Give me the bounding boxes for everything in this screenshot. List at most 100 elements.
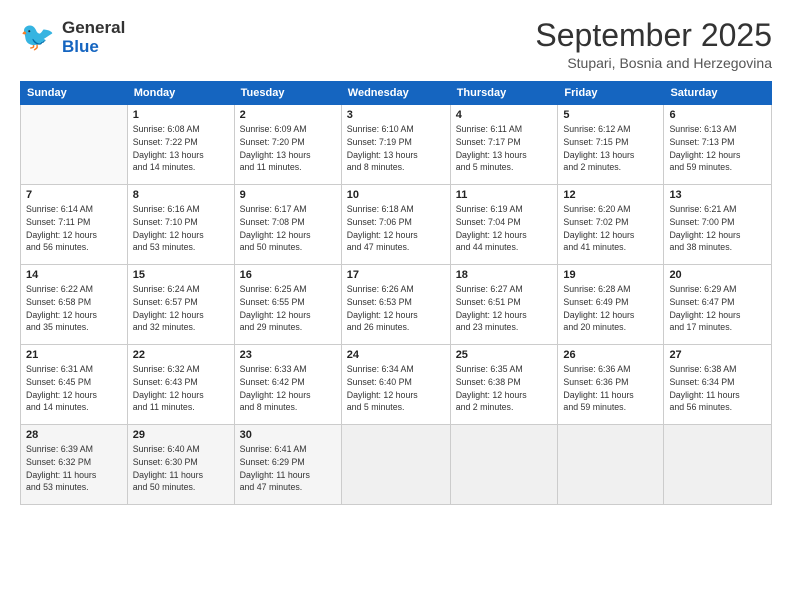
day-info: Sunrise: 6:19 AM Sunset: 7:04 PM Dayligh… — [456, 203, 553, 254]
calendar-week-row: 28Sunrise: 6:39 AM Sunset: 6:32 PM Dayli… — [21, 425, 772, 505]
day-number: 21 — [26, 349, 122, 361]
calendar-cell: 19 Sunrise: 6:28 AM Sunset: 6:49 PM Dayli… — [558, 265, 664, 345]
day-info: Sunrise: 6:08 AM Sunset: 7:22 PM Dayligh… — [133, 123, 229, 174]
calendar-cell — [664, 425, 772, 505]
day-info: Sunrise: 6:38 AM Sunset: 6:34 PM Dayligh… — [669, 363, 766, 414]
calendar-week-row: 7 Sunrise: 6:14 AM Sunset: 7:11 PM Daylig… — [21, 185, 772, 265]
calendar-cell: 13Sunrise: 6:21 AM Sunset: 7:00 PM Dayli… — [664, 185, 772, 265]
calendar-header-tuesday: Tuesday — [234, 82, 341, 105]
day-info: Sunrise: 6:11 AM Sunset: 7:17 PM Dayligh… — [456, 123, 553, 174]
calendar-cell: 6Sunrise: 6:13 AM Sunset: 7:13 PM Daylig… — [664, 105, 772, 185]
day-info: Sunrise: 6:35 AM Sunset: 6:38 PM Dayligh… — [456, 363, 553, 414]
page: 🐦 General Blue September 2025 Stupari, B… — [0, 0, 792, 612]
calendar-cell: 12 Sunrise: 6:20 AM Sunset: 7:02 PM Dayli… — [558, 185, 664, 265]
calendar-cell: 25 Sunrise: 6:35 AM Sunset: 6:38 PM Dayli… — [450, 345, 558, 425]
calendar-cell: 20Sunrise: 6:29 AM Sunset: 6:47 PM Dayli… — [664, 265, 772, 345]
calendar-cell — [450, 425, 558, 505]
day-info: Sunrise: 6:26 AM Sunset: 6:53 PM Dayligh… — [347, 283, 445, 334]
day-info: Sunrise: 6:24 AM Sunset: 6:57 PM Dayligh… — [133, 283, 229, 334]
day-info: Sunrise: 6:29 AM Sunset: 6:47 PM Dayligh… — [669, 283, 766, 334]
calendar-cell: 18 Sunrise: 6:27 AM Sunset: 6:51 PM Dayli… — [450, 265, 558, 345]
day-number: 18 — [456, 269, 553, 281]
calendar-cell: 2 Sunrise: 6:09 AM Sunset: 7:20 PM Daylig… — [234, 105, 341, 185]
day-number: 27 — [669, 349, 766, 361]
calendar-cell: 1 Sunrise: 6:08 AM Sunset: 7:22 PM Daylig… — [127, 105, 234, 185]
calendar-cell: 14 Sunrise: 6:22 AM Sunset: 6:58 PM Dayli… — [21, 265, 128, 345]
calendar-week-row: 14 Sunrise: 6:22 AM Sunset: 6:58 PM Dayli… — [21, 265, 772, 345]
logo: 🐦 General Blue — [20, 18, 125, 57]
day-info: Sunrise: 6:33 AM Sunset: 6:42 PM Dayligh… — [240, 363, 336, 414]
day-info: Sunrise: 6:25 AM Sunset: 6:55 PM Dayligh… — [240, 283, 336, 334]
day-info: Sunrise: 6:16 AM Sunset: 7:10 PM Dayligh… — [133, 203, 229, 254]
day-info: Sunrise: 6:09 AM Sunset: 7:20 PM Dayligh… — [240, 123, 336, 174]
calendar-cell: 3Sunrise: 6:10 AM Sunset: 7:19 PM Daylig… — [341, 105, 450, 185]
day-number: 19 — [563, 269, 658, 281]
month-title: September 2025 — [535, 18, 772, 53]
day-info: Sunrise: 6:41 AM Sunset: 6:29 PM Dayligh… — [240, 443, 336, 494]
day-number: 5 — [563, 109, 658, 121]
day-info: Sunrise: 6:28 AM Sunset: 6:49 PM Dayligh… — [563, 283, 658, 334]
calendar-cell: 22Sunrise: 6:32 AM Sunset: 6:43 PM Dayli… — [127, 345, 234, 425]
day-info: Sunrise: 6:10 AM Sunset: 7:19 PM Dayligh… — [347, 123, 445, 174]
calendar-cell: 16 Sunrise: 6:25 AM Sunset: 6:55 PM Dayli… — [234, 265, 341, 345]
calendar-cell: 28Sunrise: 6:39 AM Sunset: 6:32 PM Dayli… — [21, 425, 128, 505]
calendar-week-row: 21 Sunrise: 6:31 AM Sunset: 6:45 PM Dayli… — [21, 345, 772, 425]
calendar-table: SundayMondayTuesdayWednesdayThursdayFrid… — [20, 81, 772, 505]
day-info: Sunrise: 6:32 AM Sunset: 6:43 PM Dayligh… — [133, 363, 229, 414]
day-number: 1 — [133, 109, 229, 121]
calendar-cell — [341, 425, 450, 505]
logo-general: General — [62, 18, 125, 37]
day-info: Sunrise: 6:13 AM Sunset: 7:13 PM Dayligh… — [669, 123, 766, 174]
day-number: 13 — [669, 189, 766, 201]
calendar-cell: 8 Sunrise: 6:16 AM Sunset: 7:10 PM Daylig… — [127, 185, 234, 265]
calendar-cell: 15 Sunrise: 6:24 AM Sunset: 6:57 PM Dayli… — [127, 265, 234, 345]
calendar-header-monday: Monday — [127, 82, 234, 105]
day-info: Sunrise: 6:31 AM Sunset: 6:45 PM Dayligh… — [26, 363, 122, 414]
day-info: Sunrise: 6:17 AM Sunset: 7:08 PM Dayligh… — [240, 203, 336, 254]
calendar-cell: 29Sunrise: 6:40 AM Sunset: 6:30 PM Dayli… — [127, 425, 234, 505]
day-number: 7 — [26, 189, 122, 201]
day-number: 17 — [347, 269, 445, 281]
calendar-cell — [21, 105, 128, 185]
calendar-header-wednesday: Wednesday — [341, 82, 450, 105]
day-info: Sunrise: 6:18 AM Sunset: 7:06 PM Dayligh… — [347, 203, 445, 254]
day-number: 25 — [456, 349, 553, 361]
day-info: Sunrise: 6:27 AM Sunset: 6:51 PM Dayligh… — [456, 283, 553, 334]
day-number: 30 — [240, 429, 336, 441]
calendar-cell: 17 Sunrise: 6:26 AM Sunset: 6:53 PM Dayli… — [341, 265, 450, 345]
day-info: Sunrise: 6:20 AM Sunset: 7:02 PM Dayligh… — [563, 203, 658, 254]
calendar-cell: 24Sunrise: 6:34 AM Sunset: 6:40 PM Dayli… — [341, 345, 450, 425]
day-number: 28 — [26, 429, 122, 441]
calendar-header-sunday: Sunday — [21, 82, 128, 105]
calendar-cell: 21 Sunrise: 6:31 AM Sunset: 6:45 PM Dayli… — [21, 345, 128, 425]
calendar-cell — [558, 425, 664, 505]
calendar-header-thursday: Thursday — [450, 82, 558, 105]
day-number: 8 — [133, 189, 229, 201]
calendar-cell: 26 Sunrise: 6:36 AM Sunset: 6:36 PM Dayli… — [558, 345, 664, 425]
logo-blue: Blue — [62, 37, 99, 56]
calendar-cell: 5Sunrise: 6:12 AM Sunset: 7:15 PM Daylig… — [558, 105, 664, 185]
day-number: 14 — [26, 269, 122, 281]
day-number: 23 — [240, 349, 336, 361]
logo-bird-icon: 🐦 — [20, 18, 58, 57]
day-info: Sunrise: 6:22 AM Sunset: 6:58 PM Dayligh… — [26, 283, 122, 334]
calendar-cell: 10 Sunrise: 6:18 AM Sunset: 7:06 PM Dayli… — [341, 185, 450, 265]
location: Stupari, Bosnia and Herzegovina — [535, 55, 772, 71]
day-number: 15 — [133, 269, 229, 281]
day-info: Sunrise: 6:34 AM Sunset: 6:40 PM Dayligh… — [347, 363, 445, 414]
day-number: 29 — [133, 429, 229, 441]
day-number: 10 — [347, 189, 445, 201]
day-info: Sunrise: 6:14 AM Sunset: 7:11 PM Dayligh… — [26, 203, 122, 254]
day-number: 16 — [240, 269, 336, 281]
day-info: Sunrise: 6:36 AM Sunset: 6:36 PM Dayligh… — [563, 363, 658, 414]
title-block: September 2025 Stupari, Bosnia and Herze… — [535, 18, 772, 71]
day-number: 9 — [240, 189, 336, 201]
day-number: 26 — [563, 349, 658, 361]
calendar-cell: 23 Sunrise: 6:33 AM Sunset: 6:42 PM Dayli… — [234, 345, 341, 425]
day-number: 11 — [456, 189, 553, 201]
day-number: 12 — [563, 189, 658, 201]
day-number: 2 — [240, 109, 336, 121]
svg-text:🐦: 🐦 — [20, 21, 55, 52]
header: 🐦 General Blue September 2025 Stupari, B… — [20, 18, 772, 71]
calendar-cell: 4Sunrise: 6:11 AM Sunset: 7:17 PM Daylig… — [450, 105, 558, 185]
